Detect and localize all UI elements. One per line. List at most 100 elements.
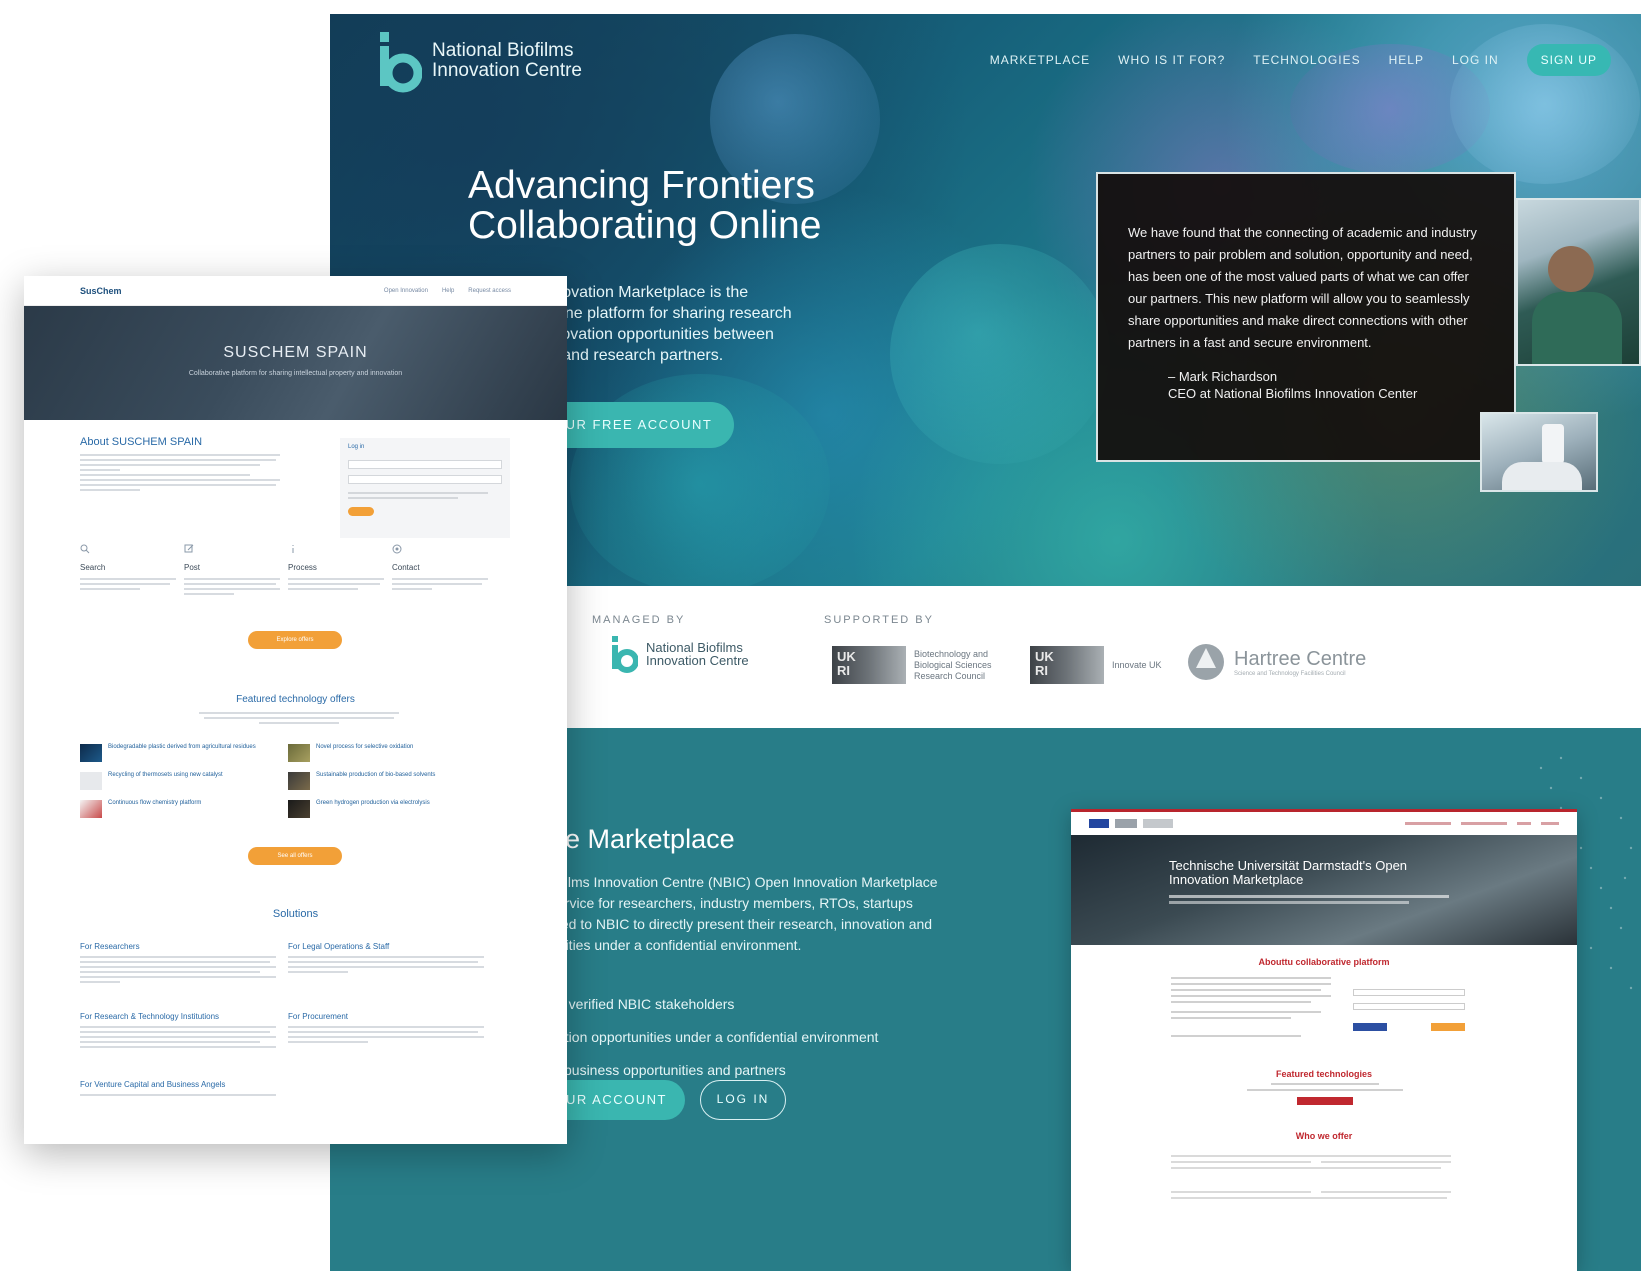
text-line [1171, 1167, 1321, 1169]
tu-nav-item[interactable] [1541, 822, 1559, 825]
info-icon [288, 544, 388, 557]
text-line [80, 971, 260, 973]
feature-text [392, 578, 492, 590]
biofilm-cell-decoration [890, 244, 1110, 464]
search-icon [80, 544, 180, 557]
hartree-partner-logo: Hartree Centre Science and Technology Fa… [1186, 642, 1366, 682]
text-line [80, 1026, 276, 1028]
tu-nav [1405, 822, 1559, 825]
suschem-feature-contact: Contact [392, 544, 492, 593]
nav-log-in[interactable]: LOG IN [1452, 53, 1499, 67]
suschem-about-text [80, 454, 286, 494]
nav-help[interactable]: HELP [1389, 53, 1424, 67]
text-line [80, 459, 276, 461]
tu-login-button[interactable] [1353, 1023, 1387, 1031]
text-line [1171, 1197, 1321, 1199]
tu-password-field[interactable] [1353, 1003, 1465, 1010]
text-line [288, 1031, 478, 1033]
feature-title: Contact [392, 563, 420, 572]
text-line [1321, 1155, 1451, 1157]
text-line [80, 474, 250, 476]
tu-nav-item[interactable] [1405, 822, 1451, 825]
text-line [288, 966, 484, 968]
text-line [199, 712, 399, 714]
ukri-mark: UK RI [1030, 646, 1104, 684]
partner-logo-icon [1143, 819, 1173, 828]
suschem-about-title: About SUSCHEM SPAIN [80, 436, 203, 448]
offer-item[interactable]: Biodegradable plastic derived from agric… [80, 744, 278, 762]
marketplace-title: he Marketplace [550, 824, 735, 854]
hartree-logo-icon [1188, 644, 1224, 680]
marketplace-desc-line: unities under a confidential environment… [550, 937, 802, 953]
sign-up-button[interactable]: SIGN UP [1526, 44, 1611, 76]
tu-hero: Technische Universität Darmstadt's Open … [1071, 835, 1577, 945]
text-line [1171, 1155, 1321, 1157]
suschem-email-field[interactable] [348, 460, 502, 469]
ukri-mark-line-2: RI [837, 663, 850, 678]
tu-hero-subtitle-line [1169, 901, 1409, 904]
offer-item[interactable]: Sustainable production of bio-based solv… [288, 772, 486, 790]
nav-technologies[interactable]: TECHNOLOGIES [1253, 53, 1360, 67]
text-line [80, 966, 276, 968]
offer-item[interactable]: Continuous flow chemistry platform [80, 800, 278, 818]
hartree-sub: Science and Technology Facilities Counci… [1234, 670, 1346, 677]
suschem-login-button[interactable] [348, 507, 374, 516]
text-line [80, 1041, 260, 1043]
nbic-logo-text: National Biofilms Innovation Centre [432, 41, 582, 81]
nbic-partner-name: National Biofilms Innovation Centre [646, 641, 749, 667]
offer-title: Biodegradable plastic derived from agric… [108, 744, 256, 750]
tu-nav-item[interactable] [1517, 822, 1531, 825]
suschem-nav-request-access[interactable]: Request access [468, 288, 511, 294]
lab-photo [1480, 412, 1598, 492]
tu-featured-heading: Featured technologies [1275, 1069, 1373, 1079]
text-line [80, 961, 270, 963]
offer-item[interactable]: Green hydrogen production via electrolys… [288, 800, 486, 818]
log-in-button[interactable]: LOG IN [700, 1080, 786, 1120]
tu-email-field[interactable] [1353, 989, 1465, 996]
suschem-nav-open-innovation[interactable]: Open Innovation [384, 288, 428, 294]
solution-text [80, 1026, 280, 1051]
solutions-title: Solutions [272, 908, 319, 920]
text-line [288, 1036, 484, 1038]
offer-thumbnail [288, 744, 310, 762]
marketplace-bullet-1: ith verified NBIC stakeholders [550, 996, 735, 1012]
text-line [288, 1026, 484, 1028]
offer-thumbnail [80, 772, 102, 790]
offer-item[interactable]: Recycling of thermosets using new cataly… [80, 772, 278, 790]
hero-title-line-1: Advancing Frontiers [468, 164, 815, 207]
author-title: CEO at National Biofilms Innovation Cent… [1168, 386, 1418, 401]
text-line [1321, 1191, 1451, 1193]
offer-thumbnail [80, 800, 102, 818]
innovate-uk-partner-logo: UK RI Innovate UK [1030, 646, 1162, 684]
nav-who-is-it-for[interactable]: WHO IS IT FOR? [1118, 53, 1225, 67]
tu-content: Abouttu collaborative platform Featured … [1071, 945, 1577, 1271]
suschem-hero-title: SUSCHEM SPAIN [223, 344, 368, 361]
text-line [348, 497, 458, 499]
feature-text [288, 578, 388, 590]
nav-marketplace[interactable]: MARKETPLACE [990, 53, 1090, 67]
suschem-logo[interactable]: SusChem [80, 286, 122, 296]
nbic-logo[interactable]: National Biofilms Innovation Centre [376, 28, 582, 94]
offer-title: Continuous flow chemistry platform [108, 800, 202, 806]
text-line [1171, 1001, 1311, 1003]
text-line [259, 722, 339, 724]
tu-see-technologies-button[interactable] [1297, 1097, 1353, 1105]
tu-offer-heading: Who we offer [1295, 1131, 1353, 1141]
hartree-name-block: Hartree Centre Science and Technology Fa… [1234, 648, 1366, 677]
solution-text [80, 956, 280, 986]
tu-signup-button[interactable] [1431, 1023, 1465, 1031]
suschem-nav-help[interactable]: Help [442, 288, 454, 294]
innovate-uk-name: Innovate UK [1112, 659, 1162, 670]
suschem-password-field[interactable] [348, 475, 502, 484]
suschem-topbar: SusChem Open Innovation Help Request acc… [24, 276, 567, 306]
explore-offers-button[interactable]: Explore offers [248, 631, 342, 649]
tu-nav-item[interactable] [1461, 822, 1507, 825]
text-line [1171, 977, 1331, 979]
offer-item[interactable]: Novel process for selective oxidation [288, 744, 486, 762]
text-line [80, 976, 276, 978]
text-line [288, 1041, 368, 1043]
text-line [392, 578, 488, 580]
see-all-offers-button[interactable]: See all offers [248, 847, 342, 865]
feature-text [80, 578, 180, 590]
author-name: – Mark Richardson [1168, 369, 1278, 384]
